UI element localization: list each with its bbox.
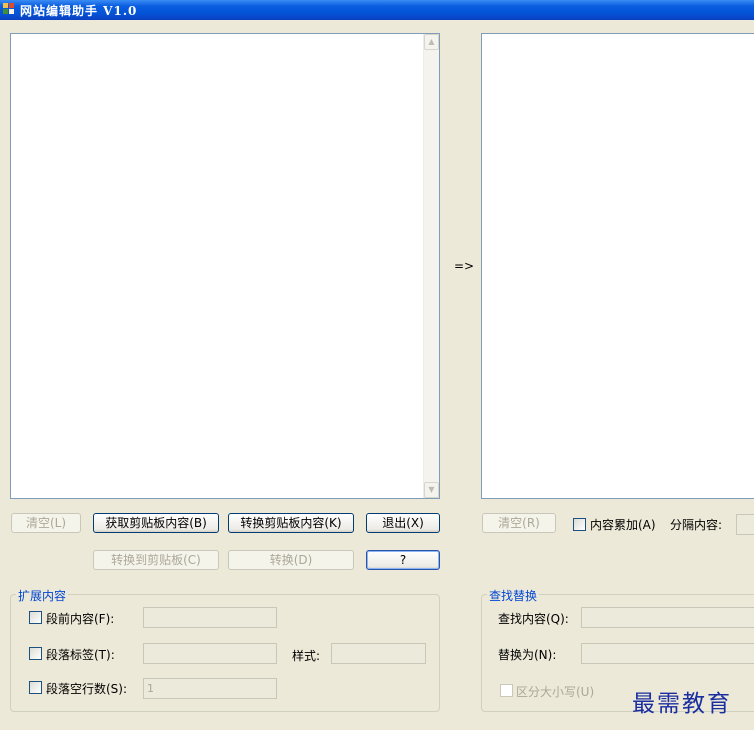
result-textarea[interactable] (481, 33, 754, 499)
watermark-logo: 最需教育 (632, 691, 732, 717)
title-bar[interactable]: 网站编辑助手 V1.0 (0, 0, 754, 20)
clear-result-button[interactable]: 清空(R) (482, 513, 556, 533)
find-replace-group-title: 查找替换 (487, 587, 540, 604)
accumulate-checkbox[interactable] (573, 518, 586, 531)
blank-lines-checkbox[interactable] (29, 681, 42, 694)
get-clipboard-button[interactable]: 获取剪贴板内容(B) (93, 513, 219, 533)
style-label: 样式: (292, 649, 321, 663)
separator-label: 分隔内容: (670, 518, 723, 532)
paragraph-tag-label[interactable]: 段落标签(T): (46, 646, 115, 663)
find-label: 查找内容(Q): (498, 612, 569, 626)
convert-to-clipboard-button[interactable]: 转换到剪贴板(C) (93, 550, 219, 570)
convert-button[interactable]: 转换(D) (228, 550, 354, 570)
case-sensitive-checkbox[interactable] (500, 684, 513, 697)
paragraph-tag-input[interactable] (143, 643, 277, 664)
replace-label: 替换为(N): (498, 648, 557, 662)
exit-button[interactable]: 退出(X) (366, 513, 440, 533)
style-input[interactable] (331, 643, 426, 664)
window-title: 网站编辑助手 V1.0 (20, 4, 138, 18)
replace-input[interactable] (581, 643, 754, 664)
source-textarea[interactable]: ▲ ▼ (10, 33, 440, 499)
app-icon[interactable] (3, 3, 15, 15)
scroll-down-icon[interactable]: ▼ (424, 482, 439, 498)
help-button[interactable]: ? (366, 550, 440, 570)
paragraph-tag-checkbox[interactable] (29, 647, 42, 660)
blank-lines-label[interactable]: 段落空行数(S): (46, 680, 127, 697)
before-content-checkbox[interactable] (29, 611, 42, 624)
case-sensitive-label[interactable]: 区分大小写(U) (516, 683, 594, 700)
before-content-input[interactable] (143, 607, 277, 628)
accumulate-label[interactable]: 内容累加(A) (590, 516, 656, 533)
find-input[interactable] (581, 607, 754, 628)
convert-arrow: => (454, 259, 475, 273)
scroll-up-icon[interactable]: ▲ (424, 34, 439, 50)
source-scrollbar[interactable]: ▲ ▼ (423, 34, 439, 498)
before-content-label[interactable]: 段前内容(F): (46, 610, 114, 627)
blank-lines-input[interactable]: 1 (143, 678, 277, 699)
extend-group-title: 扩展内容 (16, 587, 69, 604)
clear-source-button[interactable]: 清空(L) (11, 513, 81, 533)
convert-clipboard-button[interactable]: 转换剪贴板内容(K) (228, 513, 354, 533)
separator-input[interactable] (736, 514, 754, 535)
